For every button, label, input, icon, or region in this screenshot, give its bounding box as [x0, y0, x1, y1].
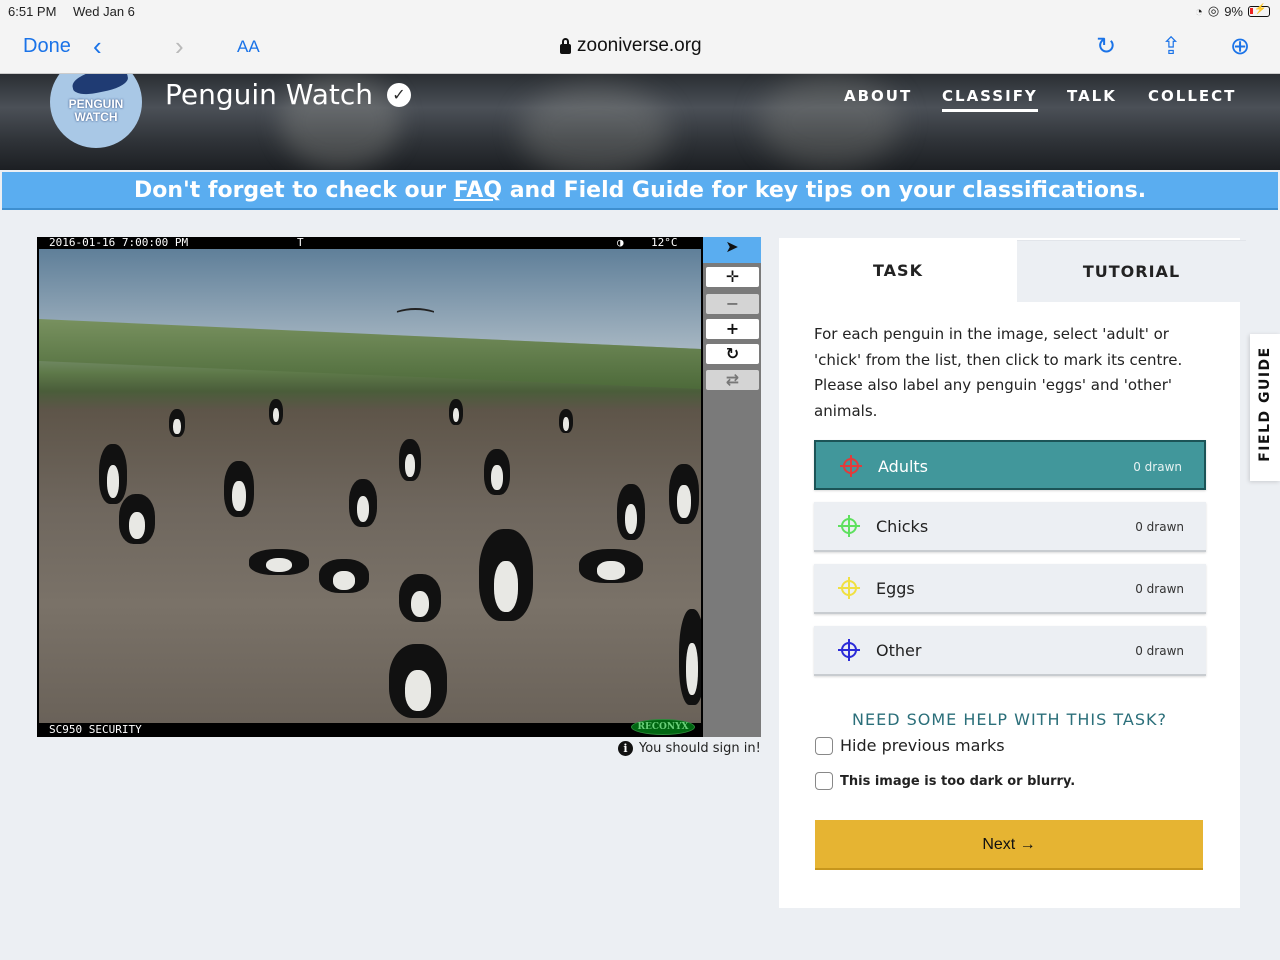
crosshair-icon	[840, 455, 862, 477]
nav-talk[interactable]: TALK	[1067, 87, 1117, 105]
back-icon[interactable]: ‹	[93, 31, 102, 62]
nav-collect[interactable]: COLLECT	[1148, 87, 1236, 105]
status-date: Wed Jan 6	[73, 4, 135, 19]
compass-icon[interactable]: ⊕	[1230, 32, 1250, 61]
choice-count: 0 drawn	[1133, 460, 1182, 474]
reconyx-logo: RECONYX	[631, 719, 695, 735]
nav-about[interactable]: ABOUT	[844, 87, 912, 105]
reload-icon[interactable]: ↻	[1096, 32, 1116, 61]
subject-image-viewer[interactable]: 2016-01-16 7:00:00 PM T ◑ 12°C ⁀ SC950 S…	[37, 237, 703, 737]
image-timestamp: 2016-01-16 7:00:00 PM	[49, 237, 189, 249]
choice-count: 0 drawn	[1135, 582, 1184, 596]
rotate-button[interactable]: ↻	[706, 344, 759, 364]
image-toolbar: ➤ ✛ − + ↻ ⇄	[703, 237, 761, 737]
too-dark-toggle[interactable]: This image is too dark or blurry.	[815, 772, 1075, 790]
choice-label: Other	[876, 641, 922, 660]
status-bar: 6:51 PM Wed Jan 6 ◔ ◎ 9% ⚡	[0, 0, 1280, 22]
arrow-right-icon: →	[1019, 836, 1036, 853]
minus-icon: −	[725, 294, 740, 313]
reset-icon: ⇄	[725, 370, 740, 389]
announcement-banner: Don't forget to check our FAQ and Field …	[2, 172, 1278, 210]
orientation-lock-icon: ◎	[1207, 3, 1220, 18]
choice-label: Adults	[878, 457, 929, 476]
address-bar[interactable]: zooniverse.org	[560, 35, 702, 57]
faq-link[interactable]: FAQ	[454, 178, 502, 203]
project-title[interactable]: Penguin Watch ✓	[165, 78, 411, 111]
hide-marks-checkbox[interactable]	[815, 736, 833, 755]
sign-in-notice[interactable]: i You should sign in!	[618, 741, 761, 756]
verified-check-icon: ✓	[386, 82, 411, 107]
penguin-watch-logo[interactable]: PENGUIN WATCH	[50, 74, 142, 148]
temperature: 12°C	[651, 237, 678, 249]
info-icon: i	[618, 741, 633, 756]
field-guide-tab[interactable]: FIELD GUIDE	[1250, 334, 1280, 481]
task-help-link[interactable]: NEED SOME HELP WITH THIS TASK?	[779, 710, 1240, 729]
battery-percent: 9%	[1224, 3, 1243, 19]
gull-bird: ⁀	[398, 309, 433, 339]
task-instructions: For each penguin in the image, select 'a…	[814, 325, 1183, 420]
camera-model-strip: SC950 SECURITY RECONYX	[37, 719, 703, 737]
too-dark-checkbox[interactable]	[815, 772, 833, 790]
wifi-icon: ◔	[1195, 3, 1203, 19]
camera-info-strip: 2016-01-16 7:00:00 PM T ◑ 12°C	[37, 237, 703, 249]
browser-toolbar: Done ‹ › AA zooniverse.org ↻ ⇪ ⊕	[0, 22, 1280, 74]
move-icon: ✛	[725, 267, 740, 286]
task-panel: TASK TUTORIAL For each penguin in the im…	[779, 238, 1246, 908]
next-button[interactable]: Next →	[815, 820, 1203, 870]
nav-classify[interactable]: CLASSIFY	[942, 87, 1038, 112]
zoom-out-button[interactable]: −	[706, 294, 759, 314]
forward-icon[interactable]: ›	[175, 31, 184, 62]
choice-count: 0 drawn	[1135, 644, 1184, 658]
done-button[interactable]: Done	[23, 35, 71, 58]
pointer-tool-button[interactable]: ➤	[703, 237, 761, 263]
url-text: zooniverse.org	[577, 35, 702, 56]
plus-icon: +	[725, 319, 740, 338]
camera-model: SC950 SECURITY	[49, 723, 142, 736]
crosshair-icon	[838, 515, 860, 537]
crosshair-icon	[838, 639, 860, 661]
image-tag: T	[297, 237, 304, 249]
hide-marks-toggle[interactable]: Hide previous marks	[815, 736, 1005, 755]
choice-other[interactable]: Other 0 drawn	[814, 626, 1206, 676]
choice-label: Eggs	[876, 579, 915, 598]
moon-icon: ◑	[617, 237, 624, 249]
tab-tutorial[interactable]: TUTORIAL	[1017, 240, 1246, 302]
choice-count: 0 drawn	[1135, 520, 1184, 534]
choice-chicks[interactable]: Chicks 0 drawn	[814, 502, 1206, 552]
choice-eggs[interactable]: Eggs 0 drawn	[814, 564, 1206, 614]
choice-adults[interactable]: Adults 0 drawn	[814, 440, 1206, 490]
zoom-in-button[interactable]: +	[706, 319, 759, 339]
choice-label: Chicks	[876, 517, 929, 536]
battery-icon: ⚡	[1248, 4, 1270, 17]
pan-tool-button[interactable]: ✛	[706, 267, 759, 287]
share-icon[interactable]: ⇪	[1161, 32, 1181, 61]
status-time: 6:51 PM	[8, 4, 57, 19]
text-size-button[interactable]: AA	[237, 37, 260, 57]
rotate-icon: ↻	[725, 344, 740, 363]
penguin-colony-photo[interactable]: ⁀	[39, 249, 701, 723]
status-indicators: ◔ ◎ 9% ⚡	[1195, 3, 1270, 19]
crosshair-icon	[838, 577, 860, 599]
site-header: PENGUIN WATCH Penguin Watch ✓ ABOUT CLAS…	[0, 74, 1280, 170]
reset-button[interactable]: ⇄	[706, 370, 759, 390]
lock-icon	[560, 37, 571, 54]
pointer-icon: ➤	[725, 237, 739, 256]
tab-task[interactable]: TASK	[779, 240, 1017, 302]
